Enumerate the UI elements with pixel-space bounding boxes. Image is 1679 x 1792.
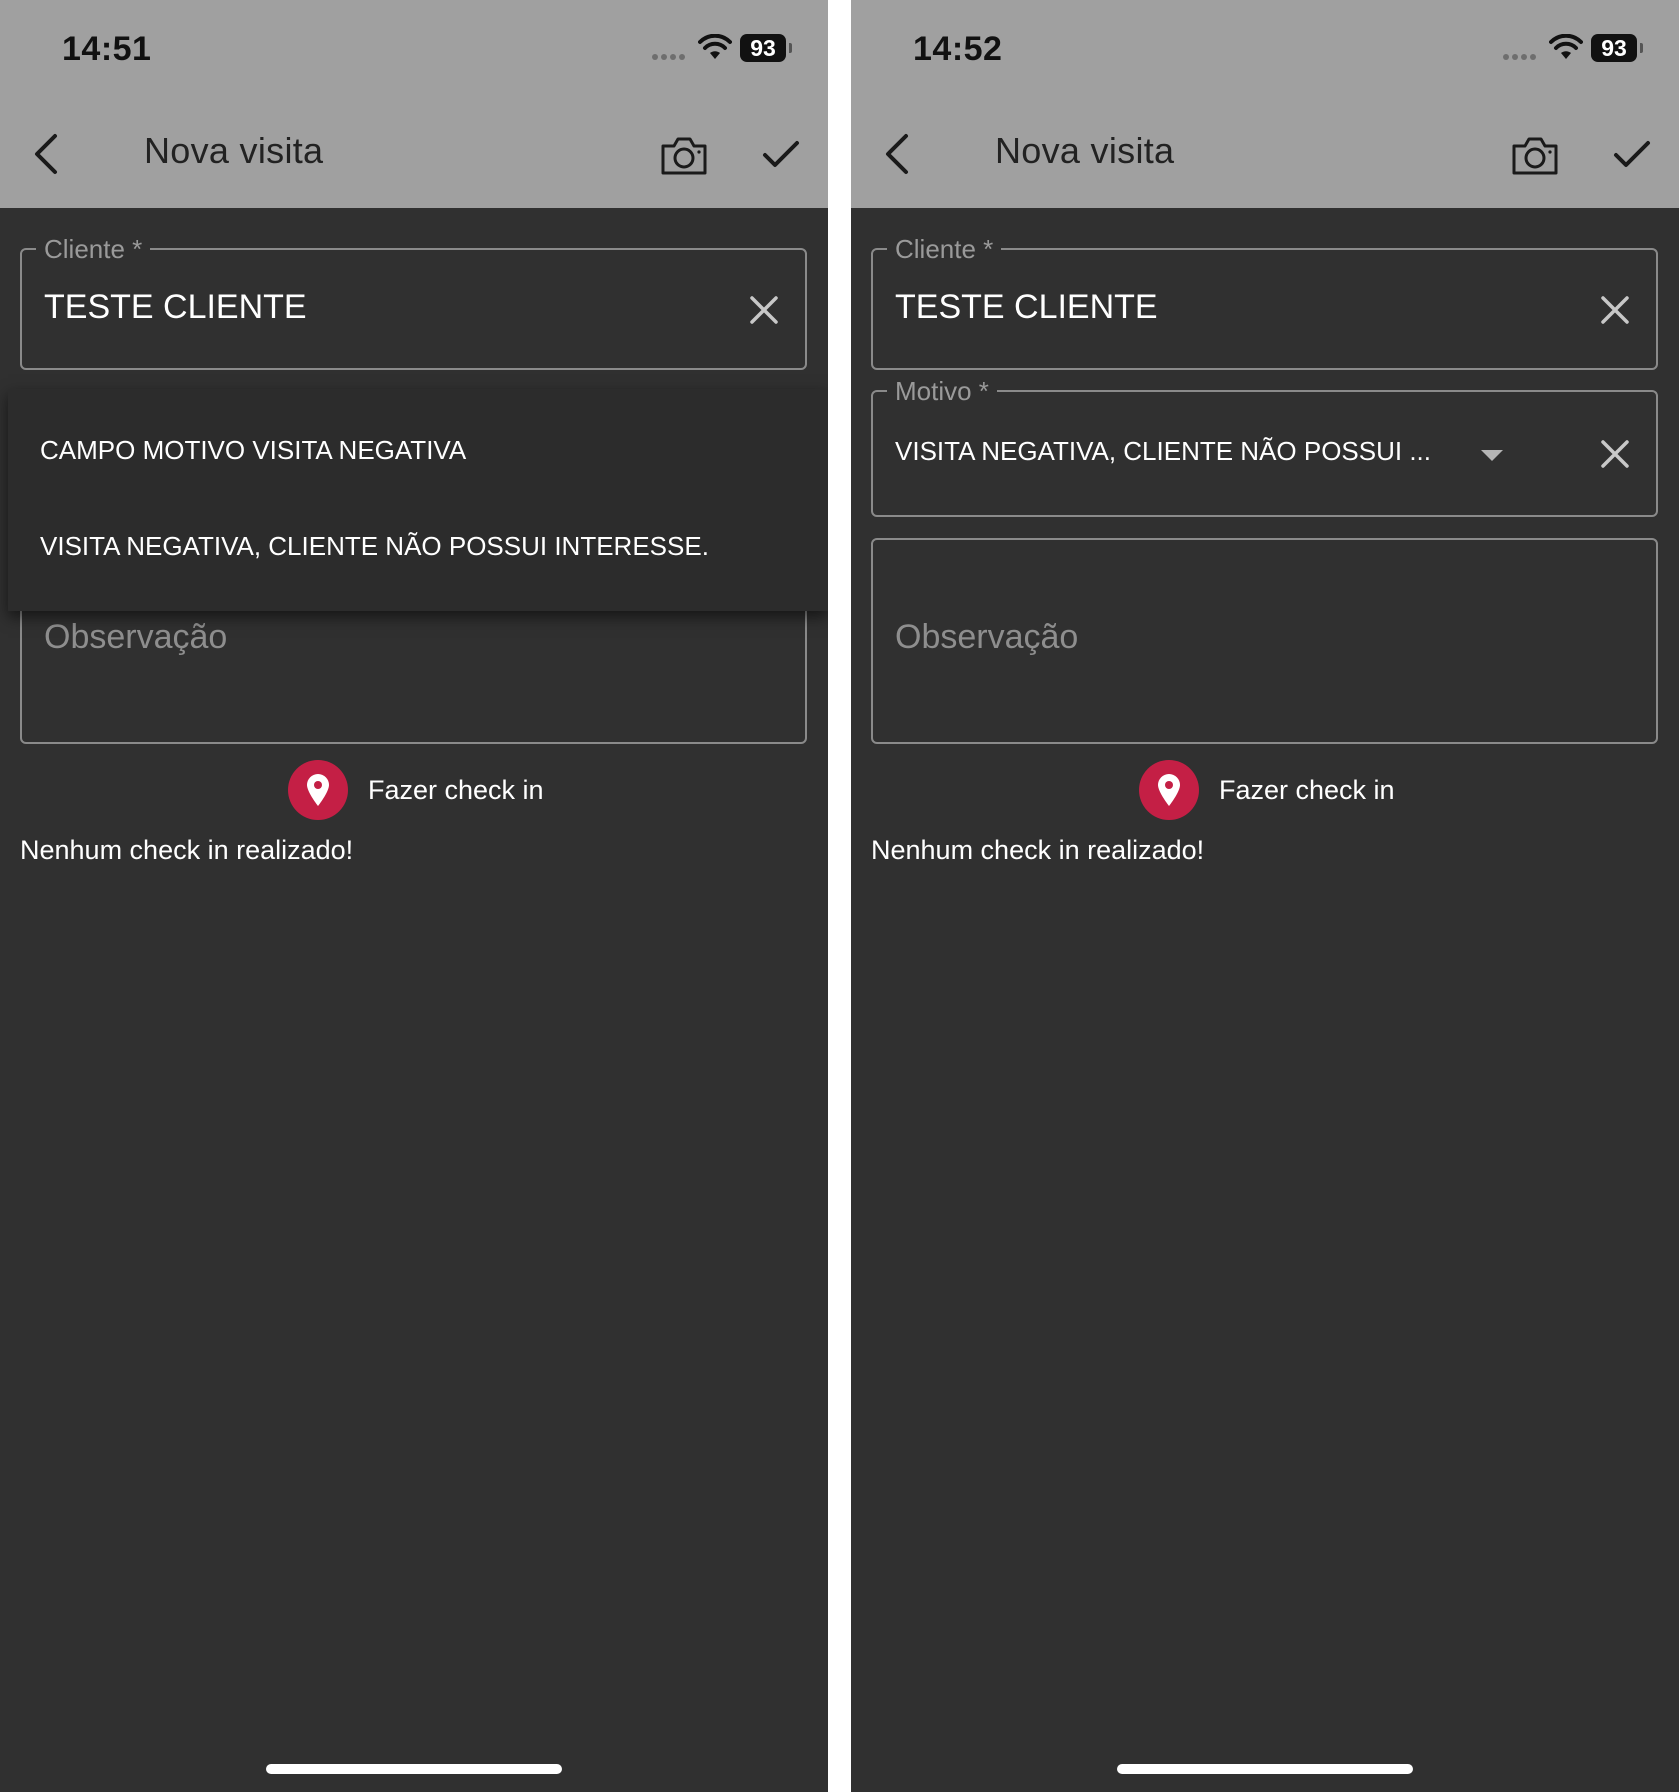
checkmark-icon	[763, 141, 799, 167]
motivo-label: Motivo *	[887, 374, 997, 408]
observacao-field[interactable]: Observação	[871, 538, 1658, 744]
home-indicator	[1117, 1764, 1413, 1774]
back-button[interactable]	[22, 120, 70, 188]
motivo-dropdown-menu: CAMPO MOTIVO VISITA NEGATIVA VISITA NEGA…	[8, 389, 828, 611]
clear-icon	[1601, 440, 1629, 468]
back-button[interactable]	[873, 120, 921, 188]
cliente-label: Cliente *	[36, 232, 151, 266]
home-indicator	[266, 1764, 562, 1774]
checkin-status-text: Nenhum check in realizado!	[871, 835, 1205, 865]
clear-cliente-button[interactable]	[1593, 288, 1637, 332]
checkin-button[interactable]: Fazer check in	[1139, 760, 1395, 820]
status-time: 14:51	[62, 30, 152, 68]
clear-motivo-button[interactable]	[1593, 432, 1637, 476]
page-title: Nova visita	[995, 130, 1175, 171]
screen-motivo-selected: 14:52 93 Nova visita Cliente * TESTE CLI…	[851, 0, 1679, 1792]
battery-cap	[1640, 43, 1643, 53]
cliente-value: TESTE CLIENTE	[895, 288, 1158, 326]
dropdown-arrow-icon[interactable]	[1481, 450, 1503, 461]
observacao-placeholder: Observação	[895, 618, 1079, 656]
motivo-value: VISITA NEGATIVA, CLIENTE NÃO POSSUI ...	[895, 436, 1432, 466]
location-pin-icon	[1139, 760, 1199, 820]
cliente-value: TESTE CLIENTE	[44, 288, 307, 326]
cliente-field[interactable]: Cliente * TESTE CLIENTE	[20, 232, 807, 370]
battery-icon: 93	[740, 34, 786, 62]
checkin-label: Fazer check in	[368, 774, 544, 805]
cliente-label: Cliente *	[887, 232, 1002, 266]
clear-icon	[750, 296, 778, 324]
back-arrow-icon	[35, 134, 57, 174]
status-bar: 14:51 93	[0, 0, 828, 100]
camera-button[interactable]	[654, 128, 714, 184]
cellular-signal-icon	[1503, 54, 1543, 60]
camera-button[interactable]	[1505, 128, 1565, 184]
checkin-status-text: Nenhum check in realizado!	[20, 835, 354, 865]
app-bar: Nova visita	[851, 100, 1679, 208]
save-button[interactable]	[1607, 126, 1657, 182]
checkin-button[interactable]: Fazer check in	[288, 760, 544, 820]
cellular-signal-icon	[652, 54, 692, 60]
status-bar: 14:52 93	[851, 0, 1679, 100]
wifi-icon	[1549, 33, 1583, 65]
clear-icon	[1601, 296, 1629, 324]
clear-cliente-button[interactable]	[742, 288, 786, 332]
back-arrow-icon	[886, 134, 908, 174]
battery-cap	[789, 43, 792, 53]
camera-icon	[661, 137, 707, 175]
screen-menu-open: 14:51 93 Nova visita Cliente * TESTE CLI…	[0, 0, 828, 1792]
camera-icon	[1512, 137, 1558, 175]
battery-icon: 93	[1591, 34, 1637, 62]
checkin-label: Fazer check in	[1219, 774, 1395, 805]
menu-item[interactable]: CAMPO MOTIVO VISITA NEGATIVA	[40, 435, 466, 466]
motivo-field[interactable]: Motivo * VISITA NEGATIVA, CLIENTE NÃO PO…	[871, 374, 1658, 517]
app-bar: Nova visita	[0, 100, 828, 208]
save-button[interactable]	[756, 126, 806, 182]
status-time: 14:52	[913, 30, 1003, 68]
menu-item[interactable]: VISITA NEGATIVA, CLIENTE NÃO POSSUI INTE…	[40, 531, 709, 562]
page-title: Nova visita	[144, 130, 324, 171]
wifi-icon	[698, 33, 732, 65]
observacao-placeholder: Observação	[44, 618, 228, 656]
location-pin-icon	[288, 760, 348, 820]
cliente-field[interactable]: Cliente * TESTE CLIENTE	[871, 232, 1658, 370]
checkmark-icon	[1614, 141, 1650, 167]
